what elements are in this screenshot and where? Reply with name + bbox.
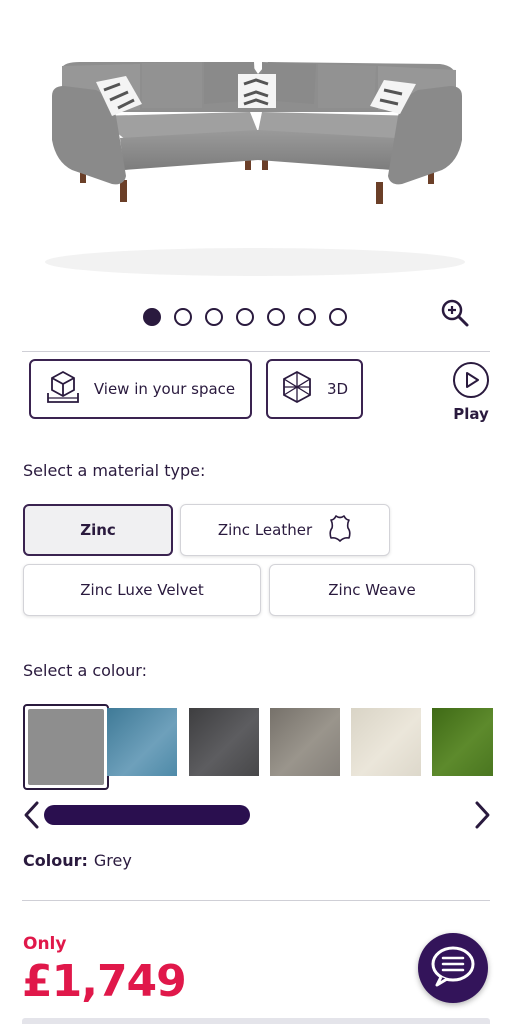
leather-hide-icon	[328, 514, 352, 546]
price-value: £1,749	[22, 956, 187, 1007]
colour-swatch-grey[interactable]	[23, 704, 109, 790]
gallery-dot-1[interactable]	[143, 308, 161, 326]
chevron-left-icon[interactable]	[20, 800, 44, 830]
play-label: Play	[453, 405, 489, 423]
view-in-your-space-button[interactable]: View in your space	[29, 359, 252, 419]
gallery-dot-7[interactable]	[329, 308, 347, 326]
selected-colour: Colour: Grey	[23, 851, 132, 870]
gallery-dot-6[interactable]	[298, 308, 316, 326]
selected-colour-key: Colour:	[23, 851, 88, 870]
swatch-scrollbar[interactable]	[44, 805, 250, 825]
chevron-right-icon[interactable]	[470, 800, 494, 830]
material-option-zinc-weave[interactable]: Zinc Weave	[269, 564, 475, 616]
selected-colour-value: Grey	[93, 851, 132, 870]
colour-heading: Select a colour:	[23, 661, 147, 680]
sticky-footer-edge	[22, 1018, 490, 1024]
gallery-dot-4[interactable]	[236, 308, 254, 326]
material-option-label: Zinc	[80, 521, 116, 539]
chat-button[interactable]	[418, 933, 488, 1003]
ar-cube-icon	[46, 369, 80, 409]
play-icon	[452, 362, 490, 403]
material-option-zinc-leather[interactable]: Zinc Leather	[180, 504, 390, 556]
3d-view-button[interactable]: 3D	[266, 359, 363, 419]
view-in-your-space-label: View in your space	[93, 380, 236, 398]
price-prefix: Only	[23, 934, 67, 954]
gallery-dot-2[interactable]	[174, 308, 192, 326]
material-option-label: Zinc Luxe Velvet	[80, 581, 204, 599]
material-option-zinc-luxe-velvet[interactable]: Zinc Luxe Velvet	[23, 564, 261, 616]
gallery-dot-5[interactable]	[267, 308, 285, 326]
divider	[22, 900, 490, 901]
colour-swatch-taupe[interactable]	[270, 708, 340, 776]
material-option-zinc[interactable]: Zinc	[23, 504, 173, 556]
3d-cube-icon	[281, 370, 313, 408]
gallery-pagination	[143, 308, 347, 330]
material-option-label: Zinc Weave	[328, 581, 416, 599]
zoom-in-icon[interactable]	[440, 298, 470, 328]
material-type-heading: Select a material type:	[23, 461, 206, 480]
product-image[interactable]	[0, 0, 513, 290]
gallery-dot-3[interactable]	[205, 308, 223, 326]
colour-swatch-blue[interactable]	[107, 708, 177, 776]
colour-swatch-green[interactable]	[432, 708, 493, 776]
chat-bubble-icon	[429, 944, 477, 992]
divider	[22, 351, 490, 352]
colour-swatch-charcoal[interactable]	[189, 708, 259, 776]
colour-swatch-cream[interactable]	[351, 708, 421, 776]
play-video-button[interactable]: Play	[446, 361, 496, 423]
material-option-label: Zinc Leather	[217, 521, 313, 539]
3d-label: 3D	[326, 380, 349, 398]
